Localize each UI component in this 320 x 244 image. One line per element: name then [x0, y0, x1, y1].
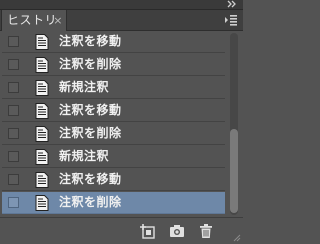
history-item-label: 新規注釈 [59, 80, 110, 94]
document-icon [35, 80, 49, 96]
snapshot-source-checkbox[interactable] [8, 36, 19, 47]
history-list: 注釈を移動 注釈を削除 新規注釈 注釈を移動 注釈を削除 新規注釈 注釈を移動 … [2, 31, 225, 217]
history-item[interactable]: 注釈を削除 [2, 54, 225, 76]
snapshot-source-checkbox[interactable] [8, 59, 19, 70]
document-icon [35, 57, 49, 73]
snapshot-source-checkbox[interactable] [8, 151, 19, 162]
history-panel: ヒストリー × 注釈を移動 注釈を削除 [0, 0, 243, 244]
history-item-selected[interactable]: 注釈を削除 [2, 192, 225, 214]
document-icon [35, 172, 49, 188]
snapshot-source-checkbox[interactable] [8, 197, 19, 208]
new-document-from-state-icon[interactable] [139, 223, 155, 239]
history-item-label: 注釈を移動 [59, 34, 122, 48]
history-item-label: 注釈を削除 [59, 195, 122, 209]
history-item-label: 注釈を削除 [59, 126, 122, 140]
tab-history[interactable]: ヒストリー × [1, 10, 67, 48]
panel-menu-icon[interactable] [224, 14, 238, 26]
snapshot-source-checkbox[interactable] [8, 82, 19, 93]
history-item-label: 注釈を移動 [59, 103, 122, 117]
document-icon [35, 195, 49, 211]
close-icon[interactable]: × [53, 10, 63, 31]
scrollbar-thumb[interactable] [230, 129, 238, 213]
snapshot-source-checkbox[interactable] [8, 174, 19, 185]
history-bottom-toolbar [0, 217, 243, 244]
resize-grip-icon[interactable] [231, 232, 241, 242]
history-item-label: 注釈を移動 [59, 172, 122, 186]
history-item[interactable]: 注釈を移動 [2, 100, 225, 122]
snapshot-source-checkbox[interactable] [8, 128, 19, 139]
vertical-scrollbar[interactable] [227, 31, 241, 217]
trash-icon[interactable] [198, 223, 214, 239]
panel-top-strip [0, 0, 243, 10]
history-item[interactable]: 新規注釈 [2, 146, 225, 168]
camera-icon[interactable] [169, 223, 185, 239]
document-icon [35, 126, 49, 142]
document-icon [35, 149, 49, 165]
panel-tab-bar: ヒストリー × [0, 10, 243, 48]
history-item[interactable]: 注釈を移動 [2, 169, 225, 191]
history-item-label: 新規注釈 [59, 149, 110, 163]
history-item-label: 注釈を削除 [59, 57, 122, 71]
history-item[interactable]: 注釈を削除 [2, 123, 225, 145]
history-item[interactable]: 注釈を移動 [2, 31, 225, 53]
double-chevron-right-icon[interactable] [227, 0, 237, 8]
history-item[interactable]: 新規注釈 [2, 77, 225, 99]
snapshot-source-checkbox[interactable] [8, 105, 19, 116]
document-icon [35, 103, 49, 119]
document-icon [35, 34, 49, 50]
